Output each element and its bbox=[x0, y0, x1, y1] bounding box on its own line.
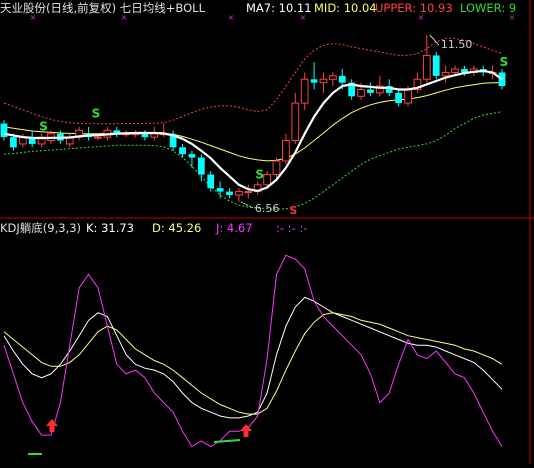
candle-body-26 bbox=[244, 191, 253, 194]
candle-body-33 bbox=[310, 79, 318, 83]
mid-band-line bbox=[3, 82, 502, 162]
signal-s-mark-0: S bbox=[39, 120, 48, 134]
signal-s-mark-early: S bbox=[92, 107, 101, 121]
candle-body-45 bbox=[422, 54, 431, 80]
kdj-lines bbox=[3, 254, 503, 455]
candle-body-15 bbox=[141, 133, 149, 138]
candle-body-25 bbox=[235, 191, 243, 196]
candle-body-21 bbox=[197, 157, 205, 175]
high-label-leader bbox=[429, 34, 440, 46]
candle-body-28 bbox=[263, 174, 271, 186]
signal-s-mark-1: S bbox=[255, 167, 264, 181]
kdj-extra-readout: :- :- :- bbox=[276, 221, 308, 235]
candle-body-24 bbox=[226, 191, 233, 195]
signal-s-mark-2: S bbox=[500, 55, 509, 69]
candle-body-43 bbox=[404, 88, 412, 104]
kdj-line-j bbox=[3, 254, 503, 448]
candle-body-31 bbox=[291, 102, 300, 142]
d-readout: D: 45.26 bbox=[152, 221, 202, 235]
ma7-readout: MA7: 10.11 bbox=[246, 1, 312, 15]
candles bbox=[0, 35, 506, 202]
candle-body-39 bbox=[367, 89, 374, 93]
bottom-signal-mark: S bbox=[289, 204, 297, 217]
candle-body-47 bbox=[441, 71, 450, 77]
candle-body-10 bbox=[94, 136, 102, 139]
candle-body-46 bbox=[432, 55, 440, 76]
kdj-up-arrow-0 bbox=[46, 419, 58, 432]
stock-title: 天业股份(日线,前复权) 七日均线+BOLL bbox=[0, 1, 205, 15]
kdj-bottom-segment-2 bbox=[213, 439, 241, 443]
candle-body-29 bbox=[272, 160, 281, 176]
candle-body-35 bbox=[328, 75, 337, 80]
candle-body-16 bbox=[150, 133, 159, 138]
low-price-label: 6.56 bbox=[255, 202, 279, 215]
k-readout: K: 31.73 bbox=[86, 221, 134, 235]
j-readout: J: 4.67 bbox=[216, 221, 253, 235]
candle-body-19 bbox=[179, 147, 186, 155]
candle-body-20 bbox=[188, 154, 196, 158]
candle-body-38 bbox=[357, 88, 365, 97]
lower-band-line bbox=[3, 111, 503, 210]
candle-body-32 bbox=[300, 78, 309, 104]
candle-body-48 bbox=[451, 68, 459, 73]
candle-body-1 bbox=[10, 137, 17, 148]
candle-body-22 bbox=[207, 174, 215, 189]
kdj-title: KDJ躺底(9,3,3) bbox=[0, 221, 82, 235]
kdj-line-d bbox=[3, 312, 503, 415]
candle-body-34 bbox=[319, 78, 328, 84]
candle-body-23 bbox=[216, 188, 224, 192]
candle-body-36 bbox=[338, 75, 346, 83]
candle-body-42 bbox=[395, 92, 403, 104]
high-price-label: 11.50 bbox=[441, 38, 473, 51]
lower-readout: LOWER: 9 bbox=[460, 1, 517, 15]
main-title: 天业股份(日线,前复权) 七日均线+BOLL bbox=[0, 1, 205, 15]
chart-stage: × × × × × × S S S S S 11.50 6.56 天业股份(日线,前复权) 七日均线+… bbox=[0, 0, 534, 464]
upper-readout: UPPER: 10.93 bbox=[375, 1, 453, 15]
top-marker-2: × bbox=[228, 13, 235, 22]
mid-readout: MID: 10.04 bbox=[314, 1, 377, 15]
candle-body-30 bbox=[282, 140, 290, 162]
